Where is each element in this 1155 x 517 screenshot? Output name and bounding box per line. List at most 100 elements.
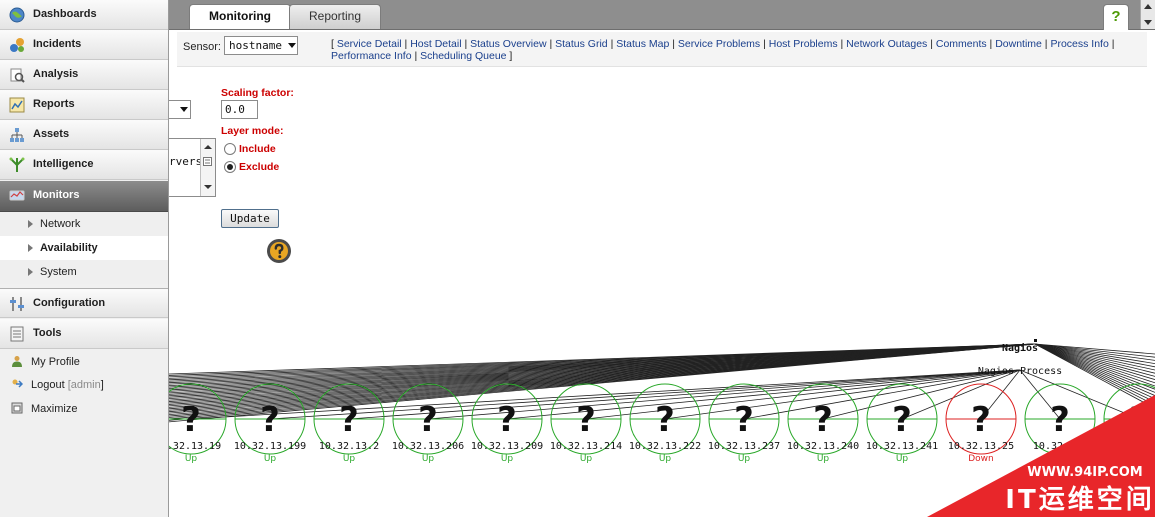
status-nav-link[interactable]: Network Outages (846, 38, 927, 50)
status-nav-link[interactable]: Process Info (1050, 38, 1108, 50)
host-ip-label: 10.32.13.199 (234, 441, 306, 452)
layers-list-item[interactable]: rvers (169, 155, 202, 168)
network-tree-icon (10, 128, 24, 142)
layer-mode-label: Layer mode: (221, 125, 284, 137)
layer-select[interactable] (169, 100, 191, 119)
logout-link[interactable]: Logout [admin] (0, 374, 168, 396)
status-nav-link[interactable]: Downtime (995, 38, 1042, 50)
host-ip-label: 10.32.13.237 (708, 441, 780, 452)
unknown-host-icon: ? (971, 400, 991, 440)
scroll-up-icon[interactable] (204, 145, 212, 149)
logout-user: [admin (67, 379, 101, 391)
host-status-label: Up (738, 454, 751, 464)
nagios-root-label: Nagios (1002, 342, 1038, 354)
host-status-label: Up (422, 454, 435, 464)
scaling-factor-label: Scaling factor: (221, 87, 294, 99)
link-separator: | (760, 38, 769, 50)
unknown-host-icon: ? (655, 400, 675, 440)
sidebar-item-label: Intelligence (33, 158, 94, 170)
status-nav-link[interactable]: Status Grid (555, 38, 608, 50)
sidebar-subitem-system[interactable]: System (0, 260, 168, 284)
nagios-process-label: Nagios Process (978, 366, 1062, 377)
include-radio[interactable] (224, 143, 236, 155)
map-link-line (664, 369, 1021, 420)
tab-reporting[interactable]: Reporting (289, 4, 381, 29)
unknown-host-icon: ? (260, 400, 280, 440)
sidebar-item-label: Configuration (33, 297, 106, 309)
sidebar-item-assets[interactable]: Assets (0, 120, 168, 150)
sidebar-subitem-network[interactable]: Network (0, 212, 168, 236)
sidebar-item-dashboards[interactable]: Dashboards (0, 0, 168, 30)
link-separator: | (927, 38, 936, 50)
scroll-up-icon[interactable] (1144, 4, 1152, 9)
status-nav-link[interactable]: Service Detail (337, 38, 402, 50)
sensor-label: Sensor: (183, 41, 221, 53)
scroll-down-icon[interactable] (1144, 20, 1152, 25)
scrollbar[interactable] (1140, 0, 1155, 29)
scaling-factor-input[interactable]: 0.0 (221, 100, 258, 119)
nagios-root-node (1034, 339, 1037, 342)
scroll-thumb-icon[interactable] (203, 157, 212, 166)
status-nav-link[interactable]: Host Detail (410, 38, 461, 50)
update-button[interactable]: Update (221, 209, 279, 228)
map-host-node[interactable]: ?10.32.13.241 Up (866, 383, 938, 464)
host-status-label: Up (580, 454, 593, 464)
scroll-down-icon[interactable] (204, 185, 212, 189)
sidebar-subitem-label: Availability (40, 242, 98, 254)
status-nav-link[interactable]: Status Overview (470, 38, 546, 50)
status-nav-link[interactable]: Comments (936, 38, 987, 50)
maximize-link[interactable]: Maximize (0, 398, 168, 420)
status-nav-link[interactable]: Scheduling Queue (420, 50, 506, 62)
configuration-icon (10, 297, 24, 311)
map-host-node[interactable]: ?10.32.13.240 Up (787, 383, 859, 464)
host-ip-label: 10.32.13.214 (550, 441, 622, 452)
sidebar-item-analysis[interactable]: Analysis (0, 60, 168, 90)
host-ip-label: 10.32.13. (1033, 441, 1087, 452)
host-status-label: Up (185, 454, 198, 464)
arrow-right-icon (28, 268, 33, 276)
host-ip-label: 10.32.13.25 (948, 441, 1014, 452)
sidebar-item-monitors[interactable]: Monitors (0, 181, 168, 212)
sidebar-subitem-label: System (40, 266, 77, 278)
help-icon[interactable]: ? (1103, 4, 1129, 30)
sidebar-item-tools[interactable]: Tools (0, 319, 168, 349)
exclude-radio[interactable] (224, 161, 236, 173)
host-status-label: Up (817, 454, 830, 464)
map-host-node[interactable]: ?10.32.13. Up (1024, 383, 1096, 464)
help-icon[interactable] (266, 238, 292, 264)
maximize-icon (11, 402, 23, 414)
layers-list[interactable]: rvers (169, 138, 216, 197)
map-link-line (1019, 369, 1140, 420)
sidebar-item-configuration[interactable]: Configuration (0, 288, 168, 318)
tab-monitoring[interactable]: Monitoring (189, 4, 291, 29)
sidebar-item-label: Reports (33, 98, 75, 110)
status-nav-link[interactable]: Performance Info (331, 50, 412, 62)
arrow-right-icon (28, 220, 33, 228)
status-nav-link[interactable]: Status Map (616, 38, 669, 50)
magnifier-icon (10, 68, 25, 83)
bracket-close: ] (506, 50, 513, 62)
unknown-host-icon: ? (181, 400, 201, 440)
sidebar-item-reports[interactable]: Reports (0, 90, 168, 120)
map-host-node[interactable]: ?0.32.13.19 Up (169, 383, 227, 464)
status-nav-link[interactable]: Service Problems (678, 38, 760, 50)
sidebar-subitem-availability[interactable]: Availability (0, 236, 168, 260)
chevron-down-icon (288, 43, 296, 48)
status-nav-link[interactable]: Host Problems (769, 38, 838, 50)
my-profile-link[interactable]: My Profile (0, 351, 168, 373)
sensor-select[interactable]: hostname (224, 36, 298, 55)
link-separator: | (837, 38, 847, 50)
map-host-node[interactable]: ?10.32.13.209 Up (471, 383, 543, 464)
list-scrollbar[interactable] (200, 139, 215, 196)
logout-label: Logout (31, 379, 65, 391)
host-status-label: Up (501, 454, 514, 464)
incidents-icon (10, 38, 24, 52)
link-separator: | (461, 38, 471, 50)
unknown-host-icon: ? (734, 400, 754, 440)
host-ip-label: 10.32.13.209 (471, 441, 543, 452)
host-status-label: Up (659, 454, 672, 464)
sidebar-item-label: Assets (33, 128, 70, 140)
sidebar-item-incidents[interactable]: Incidents (0, 30, 168, 60)
host-status-label: Up (896, 454, 909, 464)
sidebar-item-intelligence[interactable]: Intelligence (0, 150, 168, 180)
